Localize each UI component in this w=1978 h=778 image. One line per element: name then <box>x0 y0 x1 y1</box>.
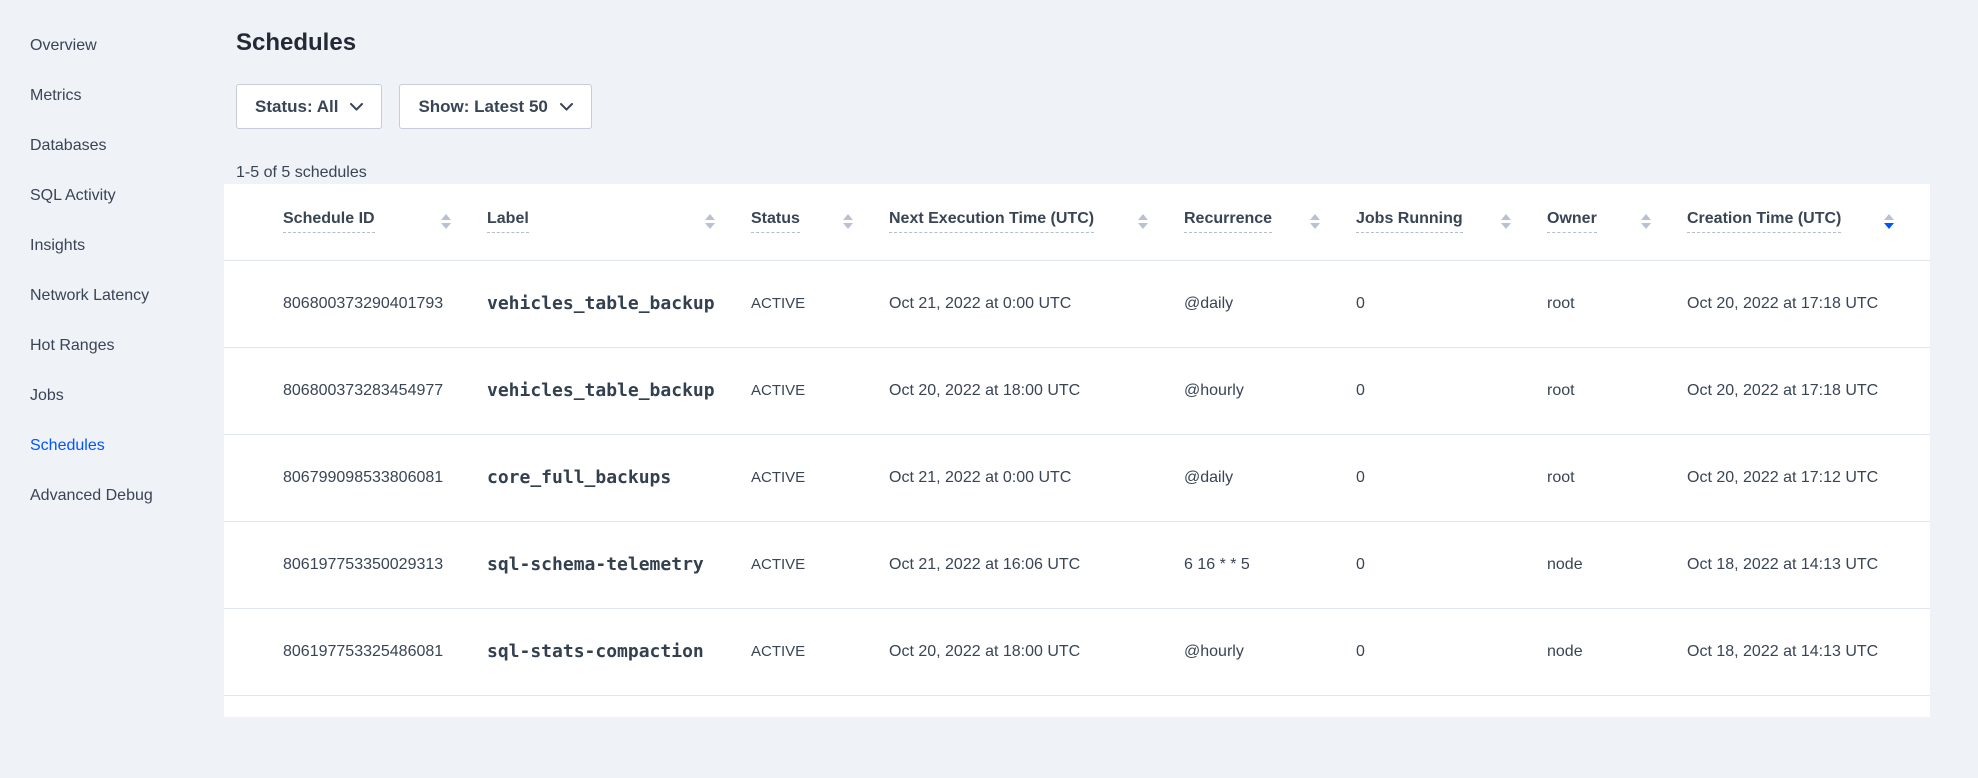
next-execution-cell: Oct 20, 2022 at 18:00 UTC <box>889 608 1184 695</box>
creation-time-cell: Oct 18, 2022 at 14:13 UTC <box>1687 608 1930 695</box>
sort-caret-icon <box>705 214 715 229</box>
column-header-schedule-id[interactable]: Schedule ID <box>224 184 487 260</box>
owner-cell: node <box>1547 521 1687 608</box>
sort-caret-icon <box>441 214 451 229</box>
table-body: 806800373290401793 vehicles_table_backup… <box>224 260 1930 695</box>
filter-bar: Status: All Show: Latest 50 <box>236 84 1978 129</box>
recurrence-cell: @hourly <box>1184 608 1356 695</box>
status-cell: ACTIVE <box>751 434 889 521</box>
status-filter-dropdown[interactable]: Status: All <box>236 84 382 129</box>
sidebar-nav-list: Overview Metrics Databases SQL Activity … <box>0 21 224 521</box>
sidebar-item-jobs[interactable]: Jobs <box>0 371 224 421</box>
main-content: Schedules Status: All Show: Latest 50 1-… <box>224 0 1978 717</box>
results-count: 1-5 of 5 schedules <box>236 164 1978 182</box>
sidebar-item-metrics[interactable]: Metrics <box>0 71 224 121</box>
chevron-down-icon <box>560 103 573 111</box>
next-execution-cell: Oct 21, 2022 at 0:00 UTC <box>889 260 1184 347</box>
schedule-id-cell: 806799098533806081 <box>224 434 487 521</box>
column-header-status[interactable]: Status <box>751 184 889 260</box>
jobs-running-cell: 0 <box>1356 434 1547 521</box>
recurrence-cell: 6 16 * * 5 <box>1184 521 1356 608</box>
sidebar-item-network-latency[interactable]: Network Latency <box>0 271 224 321</box>
owner-cell: root <box>1547 434 1687 521</box>
sidebar-item-advanced-debug[interactable]: Advanced Debug <box>0 471 224 521</box>
sort-caret-icon <box>1501 214 1511 229</box>
status-filter-label: Status: All <box>255 97 338 117</box>
show-filter-label: Show: Latest 50 <box>418 97 547 117</box>
schedule-id-cell: 806197753325486081 <box>224 608 487 695</box>
status-cell: ACTIVE <box>751 260 889 347</box>
sidebar-item-hot-ranges[interactable]: Hot Ranges <box>0 321 224 371</box>
next-execution-cell: Oct 21, 2022 at 0:00 UTC <box>889 434 1184 521</box>
creation-time-cell: Oct 20, 2022 at 17:18 UTC <box>1687 347 1930 434</box>
owner-cell: root <box>1547 347 1687 434</box>
owner-cell: root <box>1547 260 1687 347</box>
sidebar-item-schedules[interactable]: Schedules <box>0 421 224 471</box>
schedule-id-cell: 806197753350029313 <box>224 521 487 608</box>
status-cell: ACTIVE <box>751 608 889 695</box>
column-header-jobs-running[interactable]: Jobs Running <box>1356 184 1547 260</box>
owner-cell: node <box>1547 608 1687 695</box>
label-cell: sql-schema-telemetry <box>487 521 751 608</box>
schedule-id-cell: 806800373290401793 <box>224 260 487 347</box>
status-cell: ACTIVE <box>751 521 889 608</box>
column-header-owner[interactable]: Owner <box>1547 184 1687 260</box>
sidebar-item-databases[interactable]: Databases <box>0 121 224 171</box>
label-cell: sql-stats-compaction <box>487 608 751 695</box>
column-header-creation-time-utc[interactable]: Creation Time (UTC) <box>1687 184 1930 260</box>
creation-time-cell: Oct 20, 2022 at 17:12 UTC <box>1687 434 1930 521</box>
column-header-label: Recurrence <box>1184 210 1272 233</box>
sidebar-item-overview[interactable]: Overview <box>0 21 224 71</box>
sidebar-item-insights[interactable]: Insights <box>0 221 224 271</box>
sort-caret-icon <box>1310 214 1320 229</box>
column-header-label[interactable]: Label <box>487 184 751 260</box>
sort-caret-icon <box>843 214 853 229</box>
creation-time-cell: Oct 18, 2022 at 14:13 UTC <box>1687 521 1930 608</box>
recurrence-cell: @hourly <box>1184 347 1356 434</box>
label-cell: core_full_backups <box>487 434 751 521</box>
creation-time-cell: Oct 20, 2022 at 17:18 UTC <box>1687 260 1930 347</box>
jobs-running-cell: 0 <box>1356 260 1547 347</box>
jobs-running-cell: 0 <box>1356 608 1547 695</box>
label-cell: vehicles_table_backup <box>487 347 751 434</box>
column-header-label: Status <box>751 210 800 233</box>
schedules-table-panel: Schedule ID Label <box>224 184 1930 717</box>
next-execution-cell: Oct 21, 2022 at 16:06 UTC <box>889 521 1184 608</box>
next-execution-cell: Oct 20, 2022 at 18:00 UTC <box>889 347 1184 434</box>
column-header-next-execution-time-utc[interactable]: Next Execution Time (UTC) <box>889 184 1184 260</box>
column-header-label: Owner <box>1547 210 1597 233</box>
table-row: 806800373283454977 vehicles_table_backup… <box>224 347 1930 434</box>
table-header-row: Schedule ID Label <box>224 184 1930 260</box>
column-header-label: Jobs Running <box>1356 210 1463 233</box>
sort-caret-icon <box>1884 214 1894 229</box>
label-cell: vehicles_table_backup <box>487 260 751 347</box>
table-row: 806197753325486081 sql-stats-compaction … <box>224 608 1930 695</box>
column-header-label: Creation Time (UTC) <box>1687 210 1841 233</box>
column-header-label: Schedule ID <box>283 210 375 233</box>
status-cell: ACTIVE <box>751 347 889 434</box>
chevron-down-icon <box>350 103 363 111</box>
sidebar: Overview Metrics Databases SQL Activity … <box>0 0 224 717</box>
sort-caret-icon <box>1138 214 1148 229</box>
table-row: 806800373290401793 vehicles_table_backup… <box>224 260 1930 347</box>
jobs-running-cell: 0 <box>1356 521 1547 608</box>
page-title: Schedules <box>236 28 1978 57</box>
column-header-label: Next Execution Time (UTC) <box>889 210 1094 233</box>
recurrence-cell: @daily <box>1184 434 1356 521</box>
recurrence-cell: @daily <box>1184 260 1356 347</box>
table-row: 806197753350029313 sql-schema-telemetry … <box>224 521 1930 608</box>
schedules-table: Schedule ID Label <box>224 184 1930 696</box>
schedule-id-cell: 806800373283454977 <box>224 347 487 434</box>
sidebar-item-sql-activity[interactable]: SQL Activity <box>0 171 224 221</box>
app-root: Overview Metrics Databases SQL Activity … <box>0 0 1978 717</box>
table-row: 806799098533806081 core_full_backups ACT… <box>224 434 1930 521</box>
show-filter-dropdown[interactable]: Show: Latest 50 <box>399 84 591 129</box>
jobs-running-cell: 0 <box>1356 347 1547 434</box>
column-header-recurrence[interactable]: Recurrence <box>1184 184 1356 260</box>
sort-caret-icon <box>1641 214 1651 229</box>
column-header-label: Label <box>487 210 529 233</box>
